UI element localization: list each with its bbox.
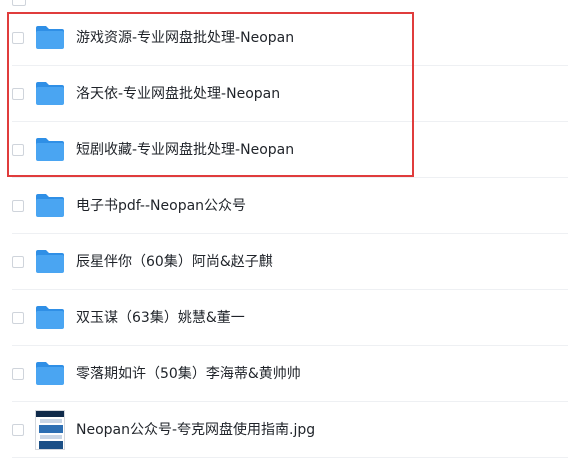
- folder-icon: [36, 138, 64, 161]
- folder-icon: [36, 194, 64, 217]
- file-name[interactable]: 电子书pdf--Neopan公众号: [76, 178, 246, 234]
- file-name[interactable]: 辰星伴你（60集）阿尚&赵子麒: [76, 234, 273, 290]
- row-checkbox[interactable]: [12, 32, 24, 44]
- file-row[interactable]: 短剧收藏-专业网盘批处理-Neopan: [0, 122, 568, 178]
- image-thumbnail-icon: [35, 410, 65, 450]
- file-row[interactable]: 电子书pdf--Neopan公众号: [0, 178, 568, 234]
- row-checkbox[interactable]: [12, 424, 24, 436]
- row-checkbox[interactable]: [12, 200, 24, 212]
- checkbox[interactable]: [12, 0, 26, 6]
- folder-icon: [36, 26, 64, 49]
- file-row[interactable]: 双玉谋（63集）姚慧&董一: [0, 290, 568, 346]
- folder-icon: [36, 82, 64, 105]
- file-name[interactable]: 游戏资源-专业网盘批处理-Neopan: [76, 10, 294, 66]
- row-checkbox[interactable]: [12, 144, 24, 156]
- partial-row-top: [0, 0, 568, 10]
- file-row[interactable]: Neopan公众号-夸克网盘使用指南.jpg: [0, 402, 568, 458]
- file-row[interactable]: 游戏资源-专业网盘批处理-Neopan: [0, 10, 568, 66]
- file-name[interactable]: 短剧收藏-专业网盘批处理-Neopan: [76, 122, 294, 178]
- folder-icon: [36, 250, 64, 273]
- row-checkbox[interactable]: [12, 256, 24, 268]
- file-name[interactable]: 零落期如许（50集）李海蒂&黄帅帅: [76, 346, 301, 402]
- file-row[interactable]: 辰星伴你（60集）阿尚&赵子麒: [0, 234, 568, 290]
- file-name[interactable]: Neopan公众号-夸克网盘使用指南.jpg: [76, 402, 315, 458]
- folder-icon: [36, 362, 64, 385]
- row-checkbox[interactable]: [12, 312, 24, 324]
- file-row[interactable]: 洛天依-专业网盘批处理-Neopan: [0, 66, 568, 122]
- file-row[interactable]: 零落期如许（50集）李海蒂&黄帅帅: [0, 346, 568, 402]
- row-checkbox[interactable]: [12, 368, 24, 380]
- file-name[interactable]: 双玉谋（63集）姚慧&董一: [76, 290, 245, 346]
- row-checkbox[interactable]: [12, 88, 24, 100]
- file-name[interactable]: 洛天依-专业网盘批处理-Neopan: [76, 66, 280, 122]
- folder-icon: [36, 306, 64, 329]
- file-list: 游戏资源-专业网盘批处理-Neopan 洛天依-专业网盘批处理-Neopan 短…: [0, 10, 568, 458]
